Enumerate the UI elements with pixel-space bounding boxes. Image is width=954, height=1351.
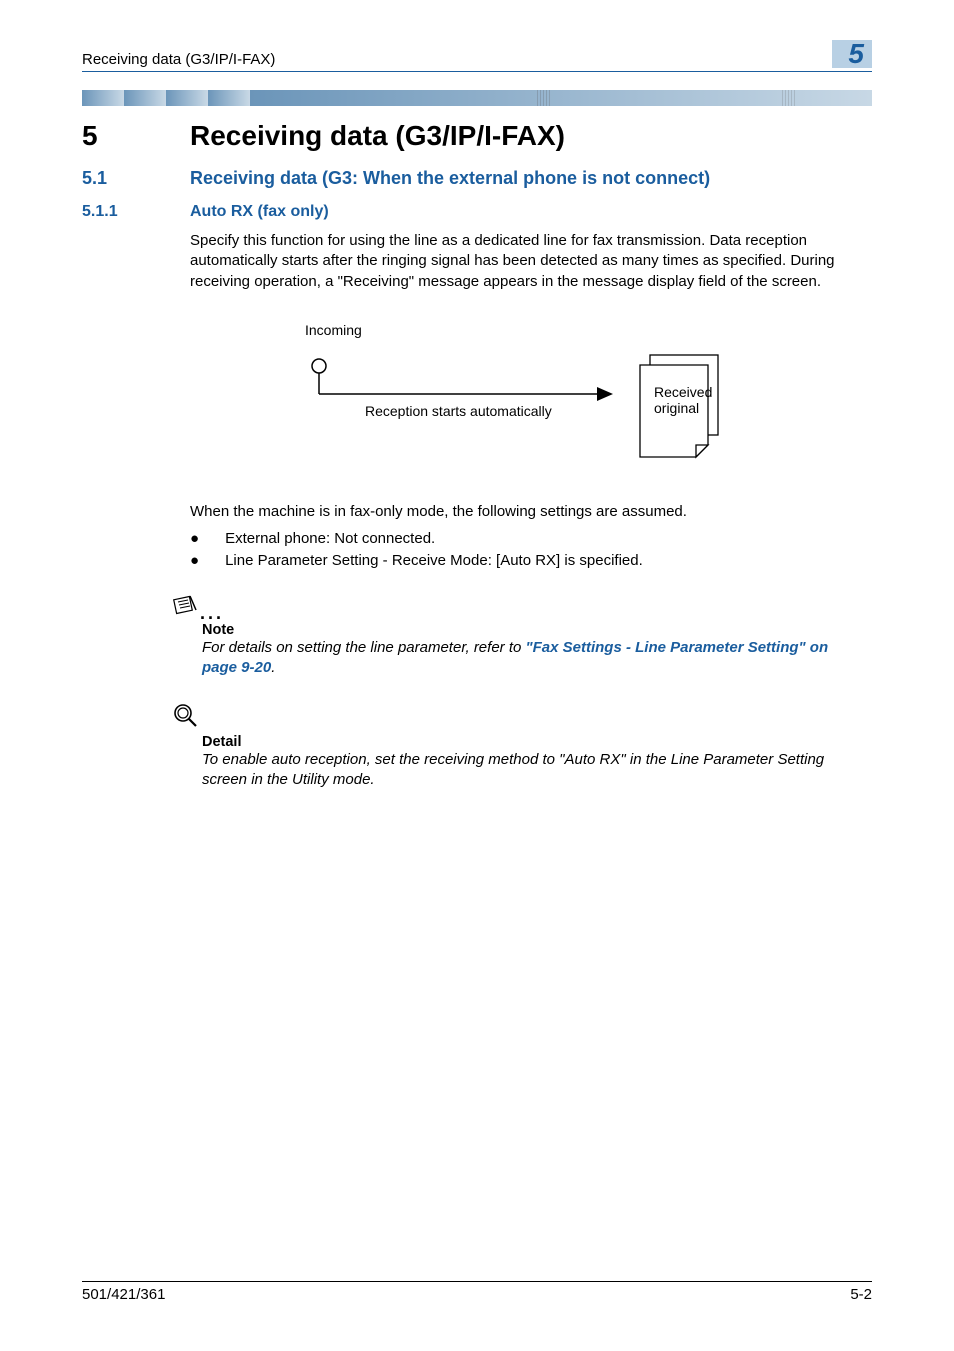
notepad-icon [172, 594, 198, 620]
note-text-after: . [271, 659, 275, 676]
footer-model: 501/421/361 [82, 1286, 165, 1303]
chapter-heading: 5 Receiving data (G3/IP/I-FAX) [82, 120, 872, 152]
bullet-icon: ● [190, 550, 199, 572]
diagram-arrow-caption: Reception starts automatically [365, 403, 552, 419]
chapter-number-badge: 5 [832, 40, 872, 68]
note-block: ... Note For details on setting the line… [172, 594, 862, 679]
subsection-heading-number: 5.1.1 [82, 203, 142, 221]
list-item-text: Line Parameter Setting - Receive Mode: [… [225, 550, 643, 572]
body-paragraph: Specify this function for using the line… [190, 231, 862, 292]
diagram-doc-label-1: Received [654, 384, 712, 400]
section-heading-title: Receiving data (G3: When the external ph… [190, 168, 710, 189]
diagram-doc-label-2: original [654, 400, 699, 416]
detail-label: Detail [202, 734, 862, 750]
footer-page-number: 5-2 [850, 1286, 872, 1303]
flow-diagram: Incoming Reception starts automatically … [305, 322, 862, 462]
list-item: ● Line Parameter Setting - Receive Mode:… [190, 550, 862, 572]
note-text-before: For details on setting the line paramete… [202, 639, 526, 656]
chapter-heading-title: Receiving data (G3/IP/I-FAX) [190, 120, 565, 152]
running-header: Receiving data (G3/IP/I-FAX) 5 [82, 40, 872, 72]
detail-block: Detail To enable auto reception, set the… [172, 702, 862, 791]
chapter-heading-number: 5 [82, 120, 142, 152]
body-paragraph: When the machine is in fax-only mode, th… [190, 502, 862, 522]
section-heading-number: 5.1 [82, 168, 142, 189]
running-title: Receiving data (G3/IP/I-FAX) [82, 51, 275, 68]
note-label: Note [202, 622, 862, 638]
diagram-svg: Reception starts automatically Received … [305, 352, 725, 462]
list-item: ● External phone: Not connected. [190, 528, 862, 550]
section-heading: 5.1 Receiving data (G3: When the externa… [82, 168, 872, 189]
subsection-heading-title: Auto RX (fax only) [190, 203, 329, 221]
decorative-stripe [82, 90, 872, 106]
subsection-heading: 5.1.1 Auto RX (fax only) [82, 203, 872, 221]
ellipsis-icon: ... [200, 609, 224, 620]
bullet-icon: ● [190, 528, 199, 550]
diagram-label-incoming: Incoming [305, 322, 862, 338]
magnifier-icon [172, 702, 198, 732]
page-footer: 501/421/361 5-2 [82, 1281, 872, 1303]
note-body: For details on setting the line paramete… [202, 638, 862, 679]
detail-body: To enable auto reception, set the receiv… [202, 750, 862, 791]
list-item-text: External phone: Not connected. [225, 528, 435, 550]
